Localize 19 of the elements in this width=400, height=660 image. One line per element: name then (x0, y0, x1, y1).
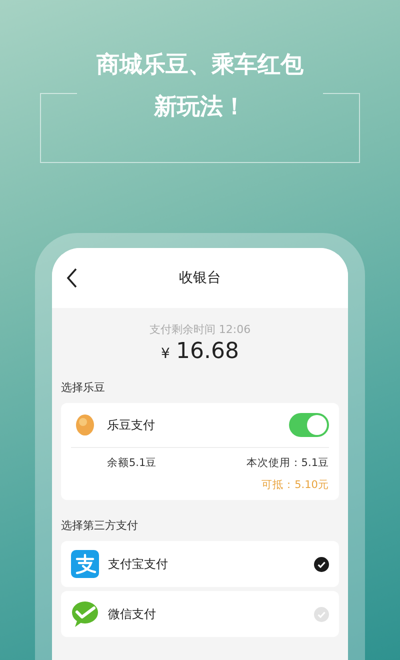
payment-option[interactable]: 微信支付 (61, 591, 339, 637)
headline: 商城乐豆、乘车红包 (96, 51, 304, 80)
payment-option[interactable]: 支付宝支付 (61, 541, 339, 587)
countdown-text: 支付剩余时间 12:06 (148, 322, 252, 337)
section-label: 选择第三方支付 (61, 518, 139, 533)
headline: 新玩法！ (154, 93, 246, 121)
bean-icon (75, 414, 95, 436)
chat-bubble-icon (71, 600, 99, 628)
payment-app-icon (71, 550, 99, 578)
back-icon[interactable] (66, 268, 78, 288)
balance-text: 余额5.1豆 (107, 456, 157, 470)
usage-text: 本次使用：5.1豆 (246, 456, 329, 470)
section-label: 选择乐豆 (61, 380, 106, 395)
toggle-switch[interactable] (289, 413, 329, 437)
amount: 16.68 (176, 339, 239, 364)
deduction-text: 可抵：5.10元 (260, 478, 329, 492)
page-title: 收银台 (179, 269, 221, 287)
currency-symbol: ¥ (161, 346, 170, 362)
option-label: 乐豆支付 (107, 416, 156, 434)
